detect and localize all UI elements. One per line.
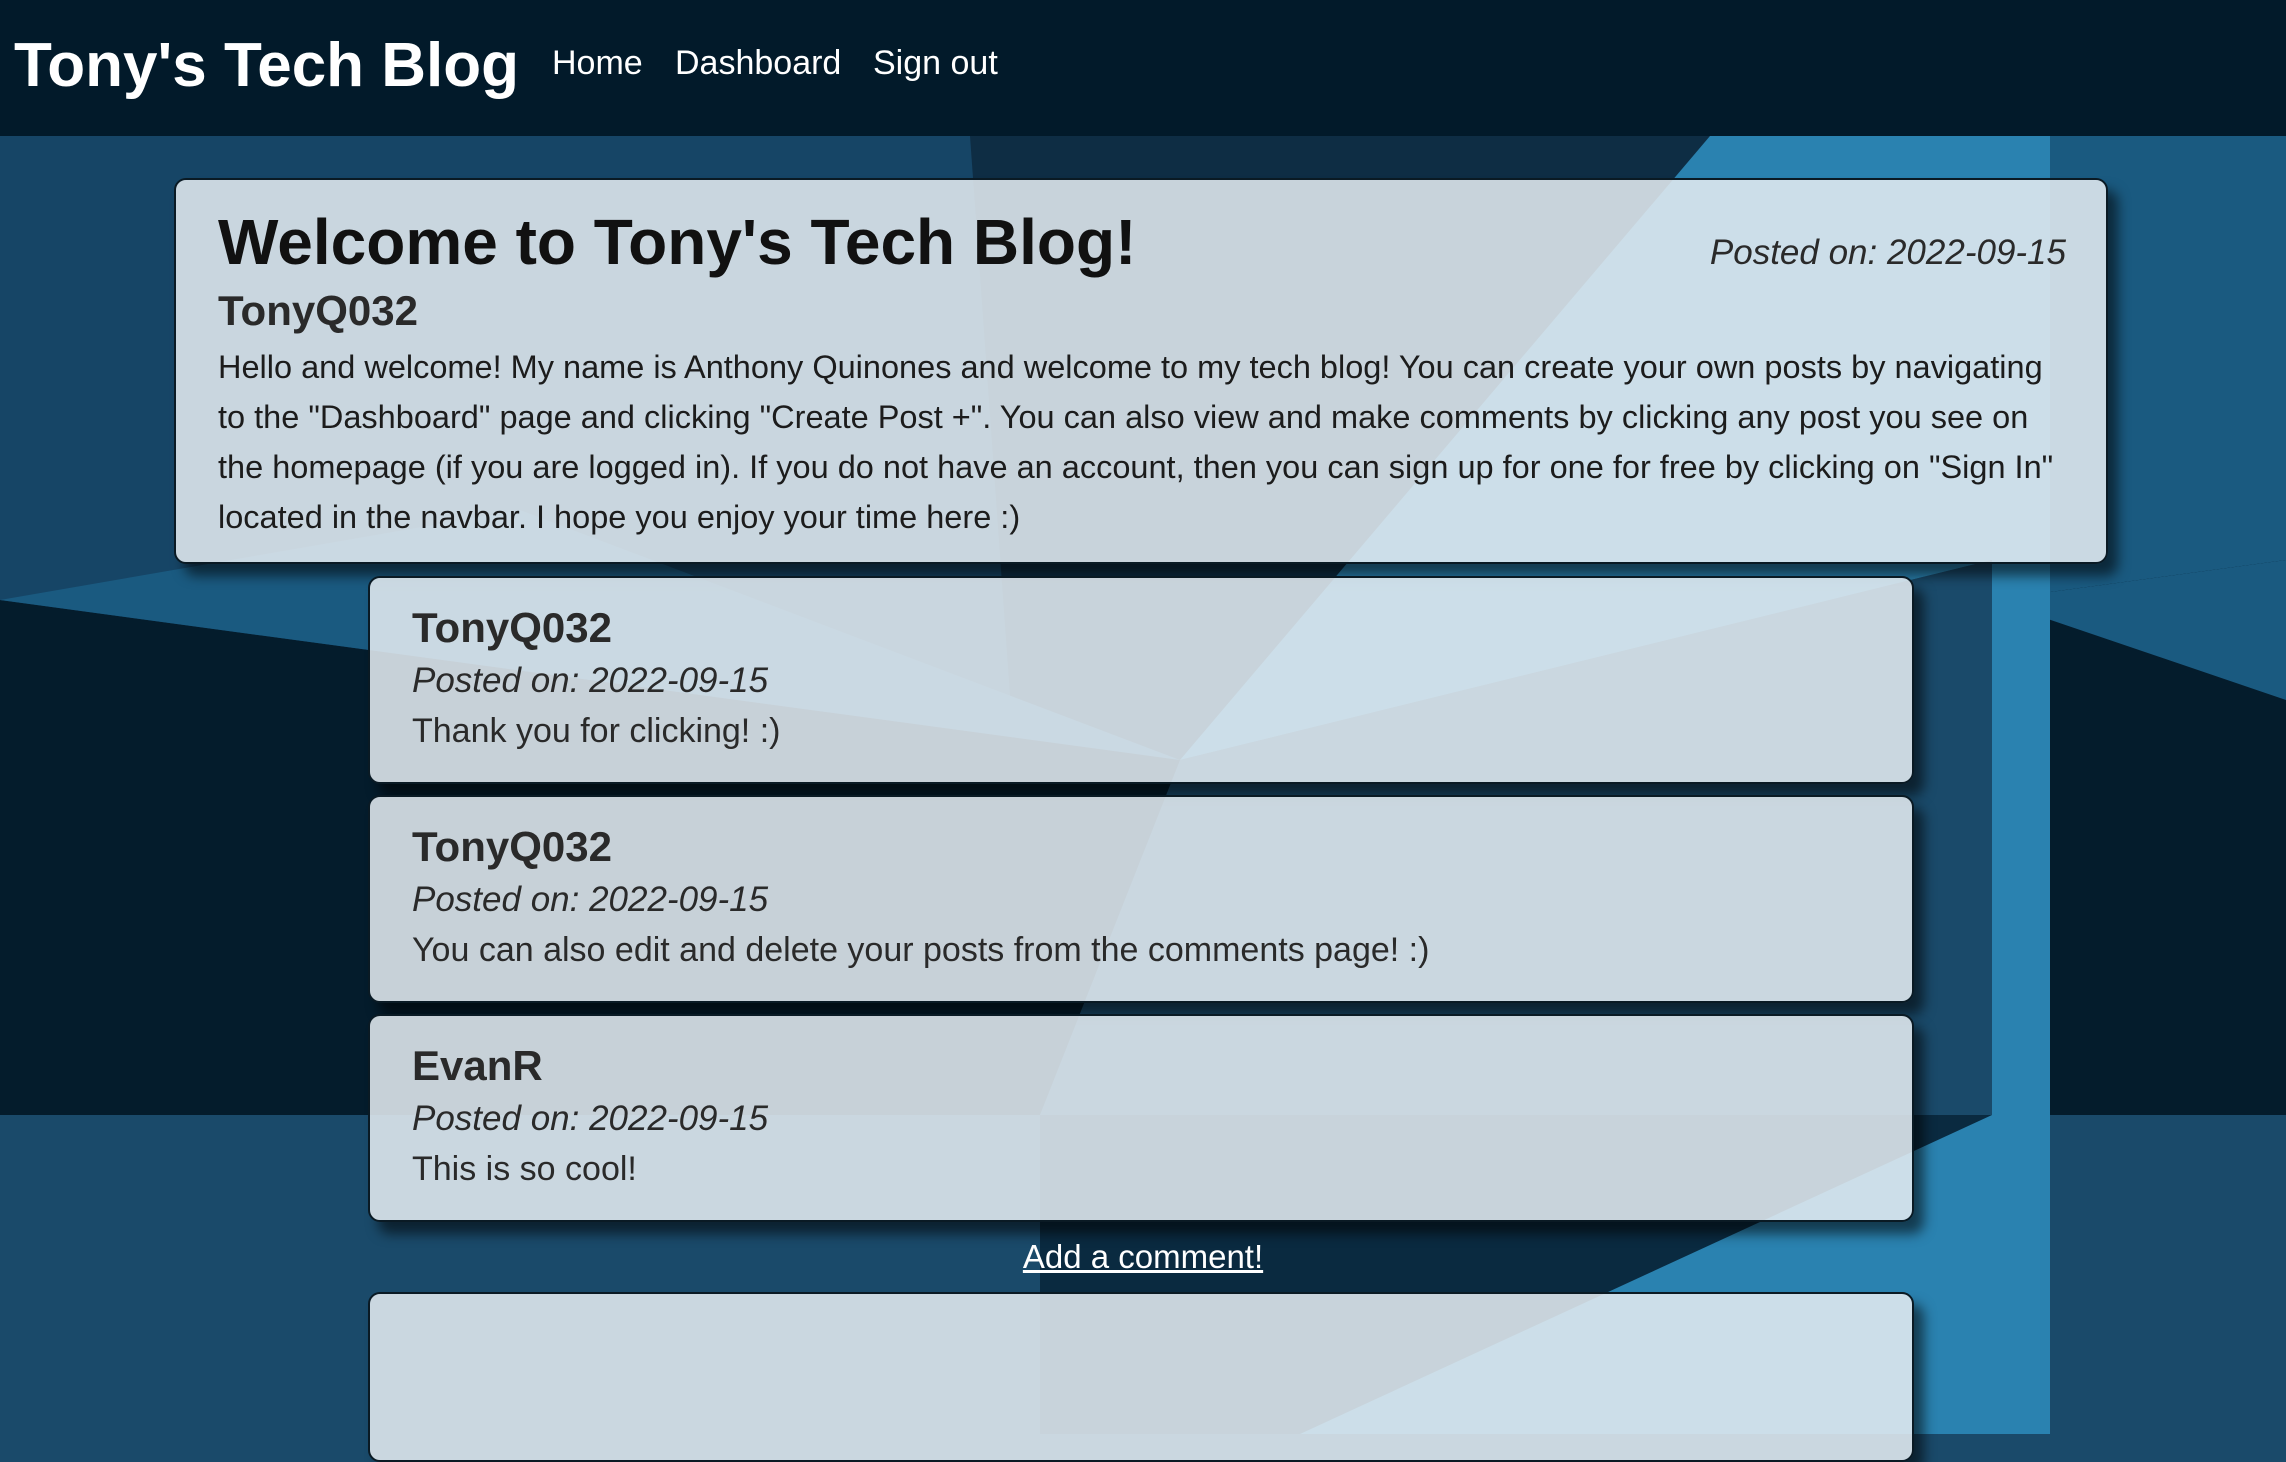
add-comment-row: Add a comment! xyxy=(0,1234,2286,1280)
post-title: Welcome to Tony's Tech Blog! xyxy=(218,206,1137,278)
add-comment-link[interactable]: Add a comment! xyxy=(1023,1238,1263,1275)
nav-sign-out-link[interactable]: Sign out xyxy=(873,40,998,86)
comment-card: TonyQ032 Posted on: 2022-09-15 You can a… xyxy=(368,795,1914,1003)
comment-text: You can also edit and delete your posts … xyxy=(412,931,1430,969)
navbar: Tony's Tech Blog Home Dashboard Sign out xyxy=(0,0,2286,136)
nav-home-link[interactable]: Home xyxy=(552,40,643,86)
comment-form-card[interactable] xyxy=(368,1292,1914,1462)
comment-author: TonyQ032 xyxy=(412,604,612,651)
comment-date: Posted on: 2022-09-15 xyxy=(412,880,769,919)
post-card: Welcome to Tony's Tech Blog! Posted on: … xyxy=(174,178,2108,564)
comment-date: Posted on: 2022-09-15 xyxy=(412,661,769,700)
brand-title[interactable]: Tony's Tech Blog xyxy=(14,26,519,106)
post-body: Hello and welcome! My name is Anthony Qu… xyxy=(218,349,2054,535)
comment-card: TonyQ032 Posted on: 2022-09-15 Thank you… xyxy=(368,576,1914,784)
comment-text: This is so cool! xyxy=(412,1150,637,1188)
comment-card: EvanR Posted on: 2022-09-15 This is so c… xyxy=(368,1014,1914,1222)
comment-text: Thank you for clicking! :) xyxy=(412,712,781,750)
comment-author: EvanR xyxy=(412,1042,543,1089)
comment-author: TonyQ032 xyxy=(412,823,612,870)
post-date: Posted on: 2022-09-15 xyxy=(1709,233,2066,272)
nav-dashboard-link[interactable]: Dashboard xyxy=(675,40,841,86)
post-author: TonyQ032 xyxy=(218,287,418,334)
comment-date: Posted on: 2022-09-15 xyxy=(412,1099,769,1138)
